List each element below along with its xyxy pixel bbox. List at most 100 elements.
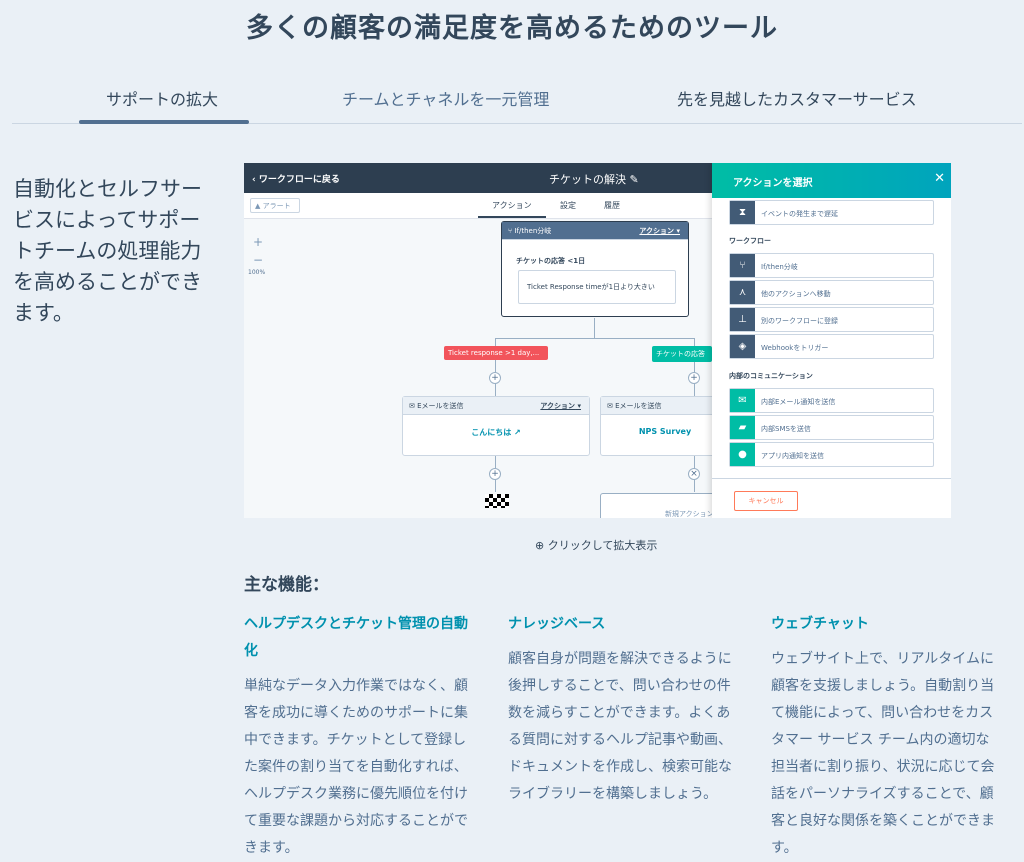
- email-card-header: ✉ Eメールを送信: [601, 397, 729, 415]
- email-card-1: ✉ Eメールを送信 アクション ▾ こんにちは ↗: [402, 396, 590, 456]
- cancel-button: キャンセル: [734, 491, 798, 511]
- email1-body-text: こんにちは: [471, 428, 512, 437]
- feature-description: ウェブサイト上で、リアルタイムに顧客を支援しましょう。自動割り当て機能によって、…: [771, 651, 995, 856]
- pencil-icon: ✎: [629, 173, 639, 186]
- workflow-title-label: チケットの解決: [549, 173, 626, 186]
- tab-team-channel[interactable]: チームとチャネルを一元管理: [342, 86, 549, 110]
- panel-header: アクションを選択 ✕: [712, 163, 951, 198]
- zoom-link[interactable]: ⊕ クリックして拡大表示: [535, 537, 657, 553]
- panel-item-sms: ▰ 内部SMSを送信: [729, 415, 934, 440]
- feature-title: ヘルプデスクとチケット管理の自動化: [244, 616, 468, 659]
- panel-section-internal: 内部のコミュニケーション: [729, 372, 813, 380]
- external-link-icon: ↗: [514, 428, 521, 437]
- panel-item-label: イベントの発生まで遅延: [761, 210, 838, 218]
- feature-title: ナレッジベース: [508, 616, 606, 632]
- email1-body: こんにちは ↗: [403, 427, 589, 438]
- subtab-history: 履歴: [604, 201, 620, 210]
- back-link-label: ワークフローに戻る: [258, 175, 340, 185]
- magnifier-icon: ⊕: [535, 539, 545, 552]
- tab-support-expansion[interactable]: サポートの拡大: [106, 86, 218, 110]
- alert-button: ▲ アラート: [250, 198, 300, 213]
- email-label: Eメールを送信: [417, 402, 464, 410]
- ifthen-action-menu: アクション ▾: [639, 227, 680, 235]
- back-link: ‹ ワークフローに戻る: [252, 175, 340, 185]
- finish-flag-icon: [485, 494, 509, 508]
- ifthen-action-label: アクション: [639, 227, 675, 235]
- add-step-icon: +: [489, 468, 501, 480]
- new-action-card: 新規アクション: [600, 493, 730, 518]
- tab-proactive-service[interactable]: 先を見越したカスタマーサービス: [677, 86, 917, 110]
- chat-icon: ▰: [730, 416, 755, 439]
- add-step-icon: +: [688, 372, 700, 384]
- panel-item-label: If/then分岐: [761, 263, 798, 271]
- panel-item-label: アプリ内通知を送信: [761, 452, 824, 460]
- condition-title: チケットの応答 <1日: [516, 257, 586, 265]
- subtab-indicator: [478, 216, 546, 218]
- page-title: 多くの顧客の満足度を高めるためのツール: [246, 13, 778, 44]
- zoom-out-icon: −: [252, 253, 264, 267]
- panel-item-app: ● アプリ内通知を送信: [729, 442, 934, 467]
- goto-icon: ⋏: [730, 281, 755, 304]
- zoom-link-label: クリックして拡大表示: [547, 539, 658, 552]
- panel-title: アクションを選択: [733, 178, 813, 189]
- panel-item-delay: ⧗ イベントの発生まで遅延: [729, 200, 934, 225]
- connector-line: [594, 318, 595, 338]
- panel-item-label: 別のワークフローに登録: [761, 317, 838, 325]
- email2-body: NPS Survey: [638, 427, 692, 436]
- panel-item-label: 内部Eメール通知を送信: [761, 398, 836, 406]
- email-action-menu: アクション ▾: [540, 402, 581, 410]
- condition-box: Ticket Response timeが1日より大きい: [518, 270, 676, 304]
- feature-web-chat: ウェブチャット ウェブサイト上で、リアルタイムに顧客を支援しましょう。自動割り当…: [771, 611, 1001, 862]
- hourglass-icon: ⧗: [730, 201, 755, 224]
- panel-item-ifthen: ⑂ If/then分岐: [729, 253, 934, 278]
- ifthen-label: If/then分岐: [514, 227, 552, 235]
- connector-line: [495, 338, 695, 339]
- add-step-icon: +: [489, 372, 501, 384]
- close-icon: ✕: [934, 171, 945, 186]
- email-card-header: ✉ Eメールを送信 アクション ▾: [403, 397, 589, 415]
- feature-helpdesk: ヘルプデスクとチケット管理の自動化 単純なデータ入力作業ではなく、顧客を成功に導…: [244, 611, 474, 862]
- envelope-icon: ✉: [730, 389, 755, 412]
- branch-label-red: Ticket response >1 day,...: [444, 346, 548, 360]
- sitemap-icon: ⊥: [730, 308, 755, 331]
- active-tab-indicator: [79, 120, 249, 124]
- email-card-2: ✉ Eメールを送信 NPS Survey: [600, 396, 730, 456]
- envelope-icon: ✉: [607, 402, 613, 410]
- panel-item-email: ✉ 内部Eメール通知を送信: [729, 388, 934, 413]
- subtab-settings: 設定: [560, 201, 576, 210]
- bell-icon: ●: [730, 443, 755, 466]
- zoom-percentage: 100%: [248, 269, 266, 276]
- cube-icon: ◈: [730, 335, 755, 358]
- features-heading: 主な機能：: [244, 575, 329, 595]
- email-action-label: アクション: [540, 402, 576, 410]
- panel-item-enroll: ⊥ 別のワークフローに登録: [729, 307, 934, 332]
- feature-title: ウェブチャット: [771, 616, 869, 632]
- subtab-actions: アクション: [492, 201, 532, 210]
- action-select-panel: アクションを選択 ✕ ⧗ イベントの発生まで遅延 ワークフロー ⑂ If/the…: [712, 163, 951, 518]
- workflow-screenshot[interactable]: ‹ ワークフローに戻る チケットの解決 ✎ ▲ アラート アクション 設定 履歴…: [244, 163, 951, 518]
- panel-item-label: 内部SMSを送信: [761, 425, 811, 433]
- email-label: Eメールを送信: [615, 402, 662, 410]
- envelope-icon: ✉: [409, 402, 415, 410]
- zoom-in-icon: +: [252, 235, 264, 249]
- lead-text: 自動化とセルフサービスによってサポートチームの処理能力を高めることができます。: [13, 177, 202, 325]
- tab-bar: サポートの拡大 チームとチャネルを一元管理 先を見越したカスタマーサービス: [12, 78, 1022, 124]
- branch-label-teal: チケットの応答: [652, 346, 712, 362]
- panel-section-workflow: ワークフロー: [729, 237, 771, 245]
- panel-item-label: Webhookをトリガー: [761, 344, 829, 352]
- ifthen-card-header: ⑂ If/then分岐 アクション ▾: [502, 222, 688, 240]
- panel-item-label: 他のアクションへ移動: [761, 290, 831, 298]
- panel-footer: キャンセル: [712, 478, 951, 518]
- panel-item-goto: ⋏ 他のアクションへ移動: [729, 280, 934, 305]
- workflow-title: チケットの解決 ✎: [549, 171, 639, 187]
- branch-icon: ⑂: [730, 254, 755, 277]
- feature-knowledge-base: ナレッジベース 顧客自身が問題を解決できるように後押しすることで、問い合わせの件…: [508, 611, 738, 808]
- branch-icon: ⑂: [508, 227, 513, 235]
- feature-description: 単純なデータ入力作業ではなく、顧客を成功に導くためのサポートに集中できます。チケ…: [244, 678, 468, 856]
- panel-item-webhook: ◈ Webhookをトリガー: [729, 334, 934, 359]
- zoom-controls: + −: [252, 233, 264, 269]
- close-step-icon: ×: [688, 468, 700, 480]
- feature-description: 顧客自身が問題を解決できるように後押しすることで、問い合わせの件数を減らすことが…: [508, 651, 732, 802]
- alert-label: アラート: [262, 202, 291, 210]
- warning-icon: ▲: [255, 202, 261, 210]
